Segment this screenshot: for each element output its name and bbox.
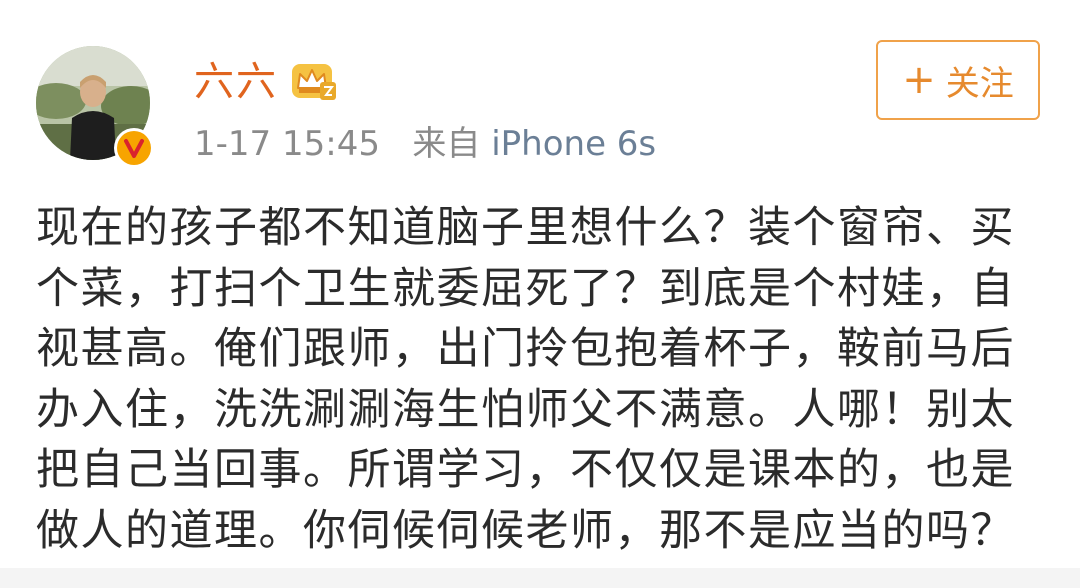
post-text-line: 视甚高。俺们跟师，出门拎包抱着杯子，鞍前马后 [36,324,1015,374]
follow-button[interactable]: + 关注 [876,40,1040,120]
post-text-line: 个菜，打扫个卫生就委屈死了？到底是个村娃，自 [36,263,1015,314]
follow-label: 关注 [945,63,1014,104]
post-text-line: 做人的道理。你伺候伺候老师，那不是应当的吗？ [36,505,1015,556]
post-timestamp: 1-17 15:45 [194,124,380,164]
post-meta: 1-17 15:45 来自 iPhone 6s [194,120,656,168]
post-text-line: 办入住，洗洗涮涮海生怕师父不满意。人哪！别太 [36,384,1015,435]
weibo-post: 六六 1-17 15:45 来自 iPhone 6s + 关注 现在的孩子都不知… [0,0,1080,588]
verified-v-icon [114,128,154,168]
crown-icon [290,58,338,102]
post-text: 现在的孩子都不知道脑子里想什么？装个窗帘、买 个菜，打扫个卫生就委屈死了？到底是… [36,198,1046,561]
avatar[interactable] [36,46,154,168]
divider [0,568,1080,588]
plus-icon: + [902,57,936,103]
author-name[interactable]: 六六 [194,52,278,112]
source-device[interactable]: iPhone 6s [491,124,656,164]
source-prefix: 来自 [412,124,481,164]
post-text-line: 现在的孩子都不知道脑子里想什么？装个窗帘、买 [36,203,1015,253]
post-text-line: 把自己当回事。所谓学习，不仅仅是课本的，也是 [36,445,1015,495]
